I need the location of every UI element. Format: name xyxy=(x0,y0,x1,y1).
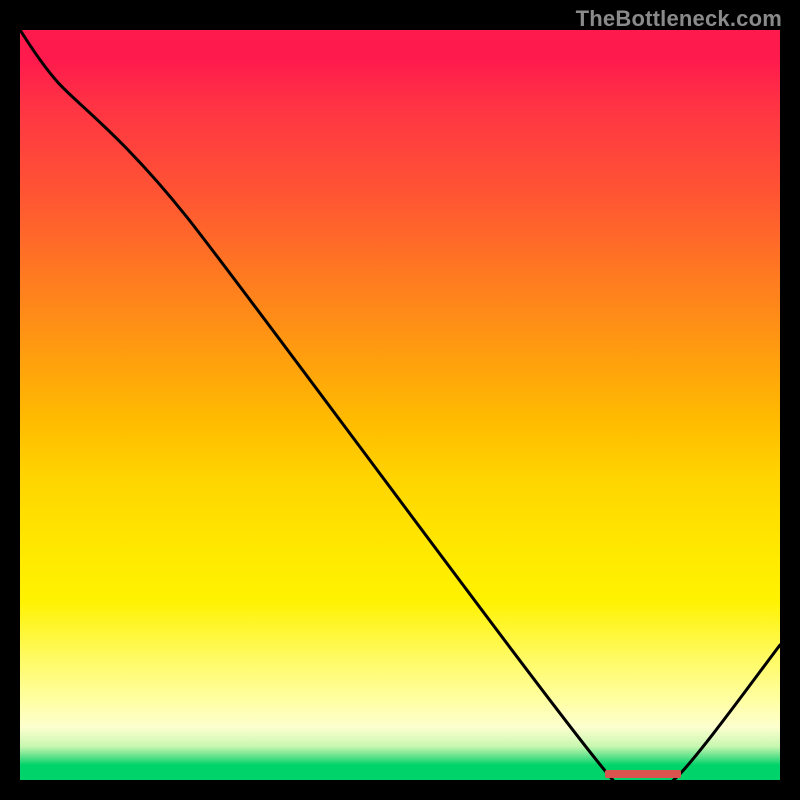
watermark-text: TheBottleneck.com xyxy=(576,6,782,32)
optimal-range-marker xyxy=(605,770,681,778)
chart-stage: TheBottleneck.com xyxy=(0,0,800,800)
plot-area xyxy=(20,30,780,780)
series-line xyxy=(20,30,780,780)
